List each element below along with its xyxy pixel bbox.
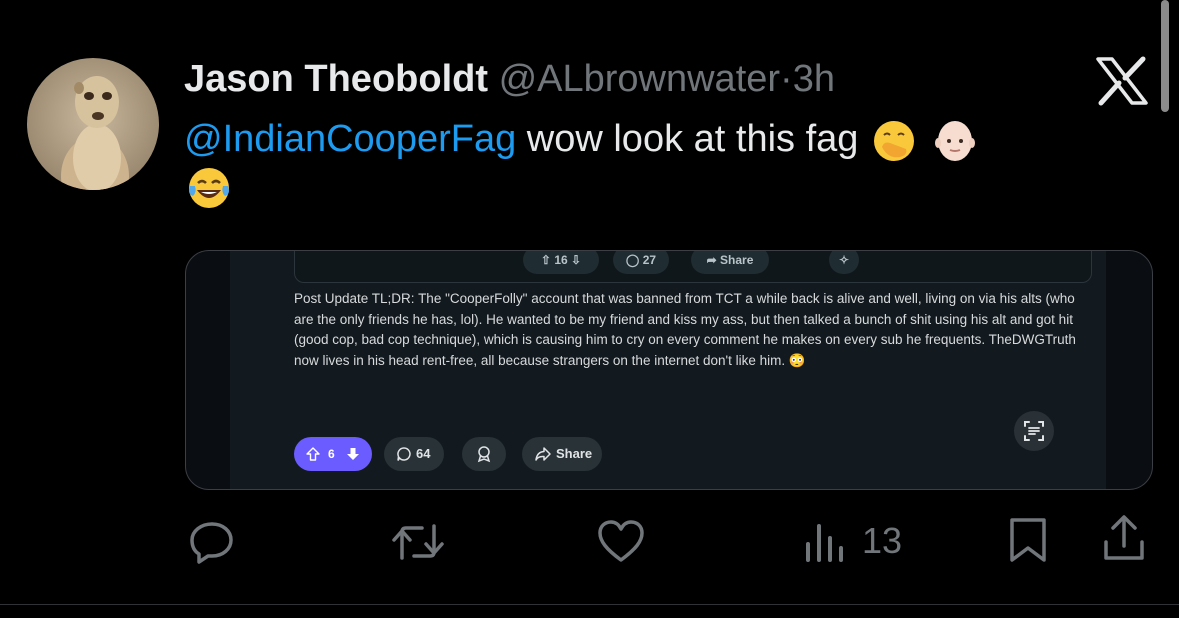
views-count[interactable]: 13 xyxy=(862,519,902,563)
award-icon: ✧ xyxy=(838,253,850,267)
share-upload-icon[interactable] xyxy=(1100,514,1148,564)
author-handle[interactable]: @ALbrownwater xyxy=(499,58,780,100)
share-arrow-icon xyxy=(535,447,551,461)
tweet-body: wow look at this fag xyxy=(516,118,859,160)
post-body: Post Update TL;DR: The "CooperFolly" acc… xyxy=(294,291,1076,368)
prev-vote-count: 16 xyxy=(554,253,568,267)
comment-icon: ◯ xyxy=(625,253,640,267)
tweet-text: @IndianCooperFag wow look at this fag xyxy=(184,116,1144,210)
award-ribbon-icon xyxy=(477,446,491,463)
tweet-time[interactable]: 3h xyxy=(793,58,835,100)
vote-count: 6 xyxy=(328,447,335,461)
prev-comment-pill: ◯ 27 xyxy=(613,251,669,274)
share-label: Share xyxy=(556,446,593,461)
author-avatar[interactable] xyxy=(27,58,159,190)
down-arrow-icon: ⇩ xyxy=(571,253,582,267)
upvote-arrow-icon xyxy=(306,447,320,461)
live-text-icon xyxy=(1024,421,1044,441)
tweet-header: Jason Theoboldt @ALbrownwater·3h xyxy=(184,56,835,102)
vote-pill: 6 xyxy=(294,437,372,471)
up-arrow-icon: ⇧ xyxy=(540,253,551,267)
face-with-tears-of-joy-emoji xyxy=(187,166,231,210)
separator-dot: · xyxy=(780,58,793,100)
comment-bubble-icon xyxy=(397,447,411,461)
comment-pill: 64 xyxy=(384,437,444,471)
prev-share-label: Share xyxy=(720,253,754,267)
award-pill xyxy=(462,437,506,471)
downvote-arrow-icon xyxy=(347,448,359,460)
x-logo-icon[interactable] xyxy=(1094,56,1150,106)
text-scan-button xyxy=(1014,411,1054,451)
prev-vote-pill: ⇧ 16 ⇩ xyxy=(523,251,599,274)
embedded-post: ⇧ 16 ⇩ ◯ 27 ➦ Share ✧ Post Update TL;DR:… xyxy=(230,251,1106,489)
face-with-hand-over-mouth-emoji xyxy=(872,119,916,163)
divider xyxy=(0,604,1179,605)
scrollbar[interactable] xyxy=(1161,0,1169,112)
bald-person-emoji xyxy=(933,119,977,163)
attached-image[interactable]: ⇧ 16 ⇩ ◯ 27 ➦ Share ✧ Post Update TL;DR:… xyxy=(185,250,1153,490)
prev-share-pill: ➦ Share xyxy=(691,251,769,274)
reply-icon[interactable] xyxy=(188,518,236,566)
bookmark-icon[interactable] xyxy=(1006,516,1050,564)
repost-icon[interactable] xyxy=(392,518,444,566)
share-pill: Share xyxy=(522,437,602,471)
previous-post-card: ⇧ 16 ⇩ ◯ 27 ➦ Share ✧ xyxy=(294,251,1092,283)
views-chart-icon[interactable] xyxy=(804,522,848,562)
author-name[interactable]: Jason Theoboldt xyxy=(184,58,488,100)
comment-count: 64 xyxy=(416,446,431,461)
share-icon: ➦ xyxy=(706,253,717,267)
like-heart-icon[interactable] xyxy=(596,518,646,564)
prev-comment-count: 27 xyxy=(642,253,657,267)
prev-award-pill: ✧ xyxy=(829,251,859,274)
mention-link[interactable]: @IndianCooperFag xyxy=(184,118,516,160)
